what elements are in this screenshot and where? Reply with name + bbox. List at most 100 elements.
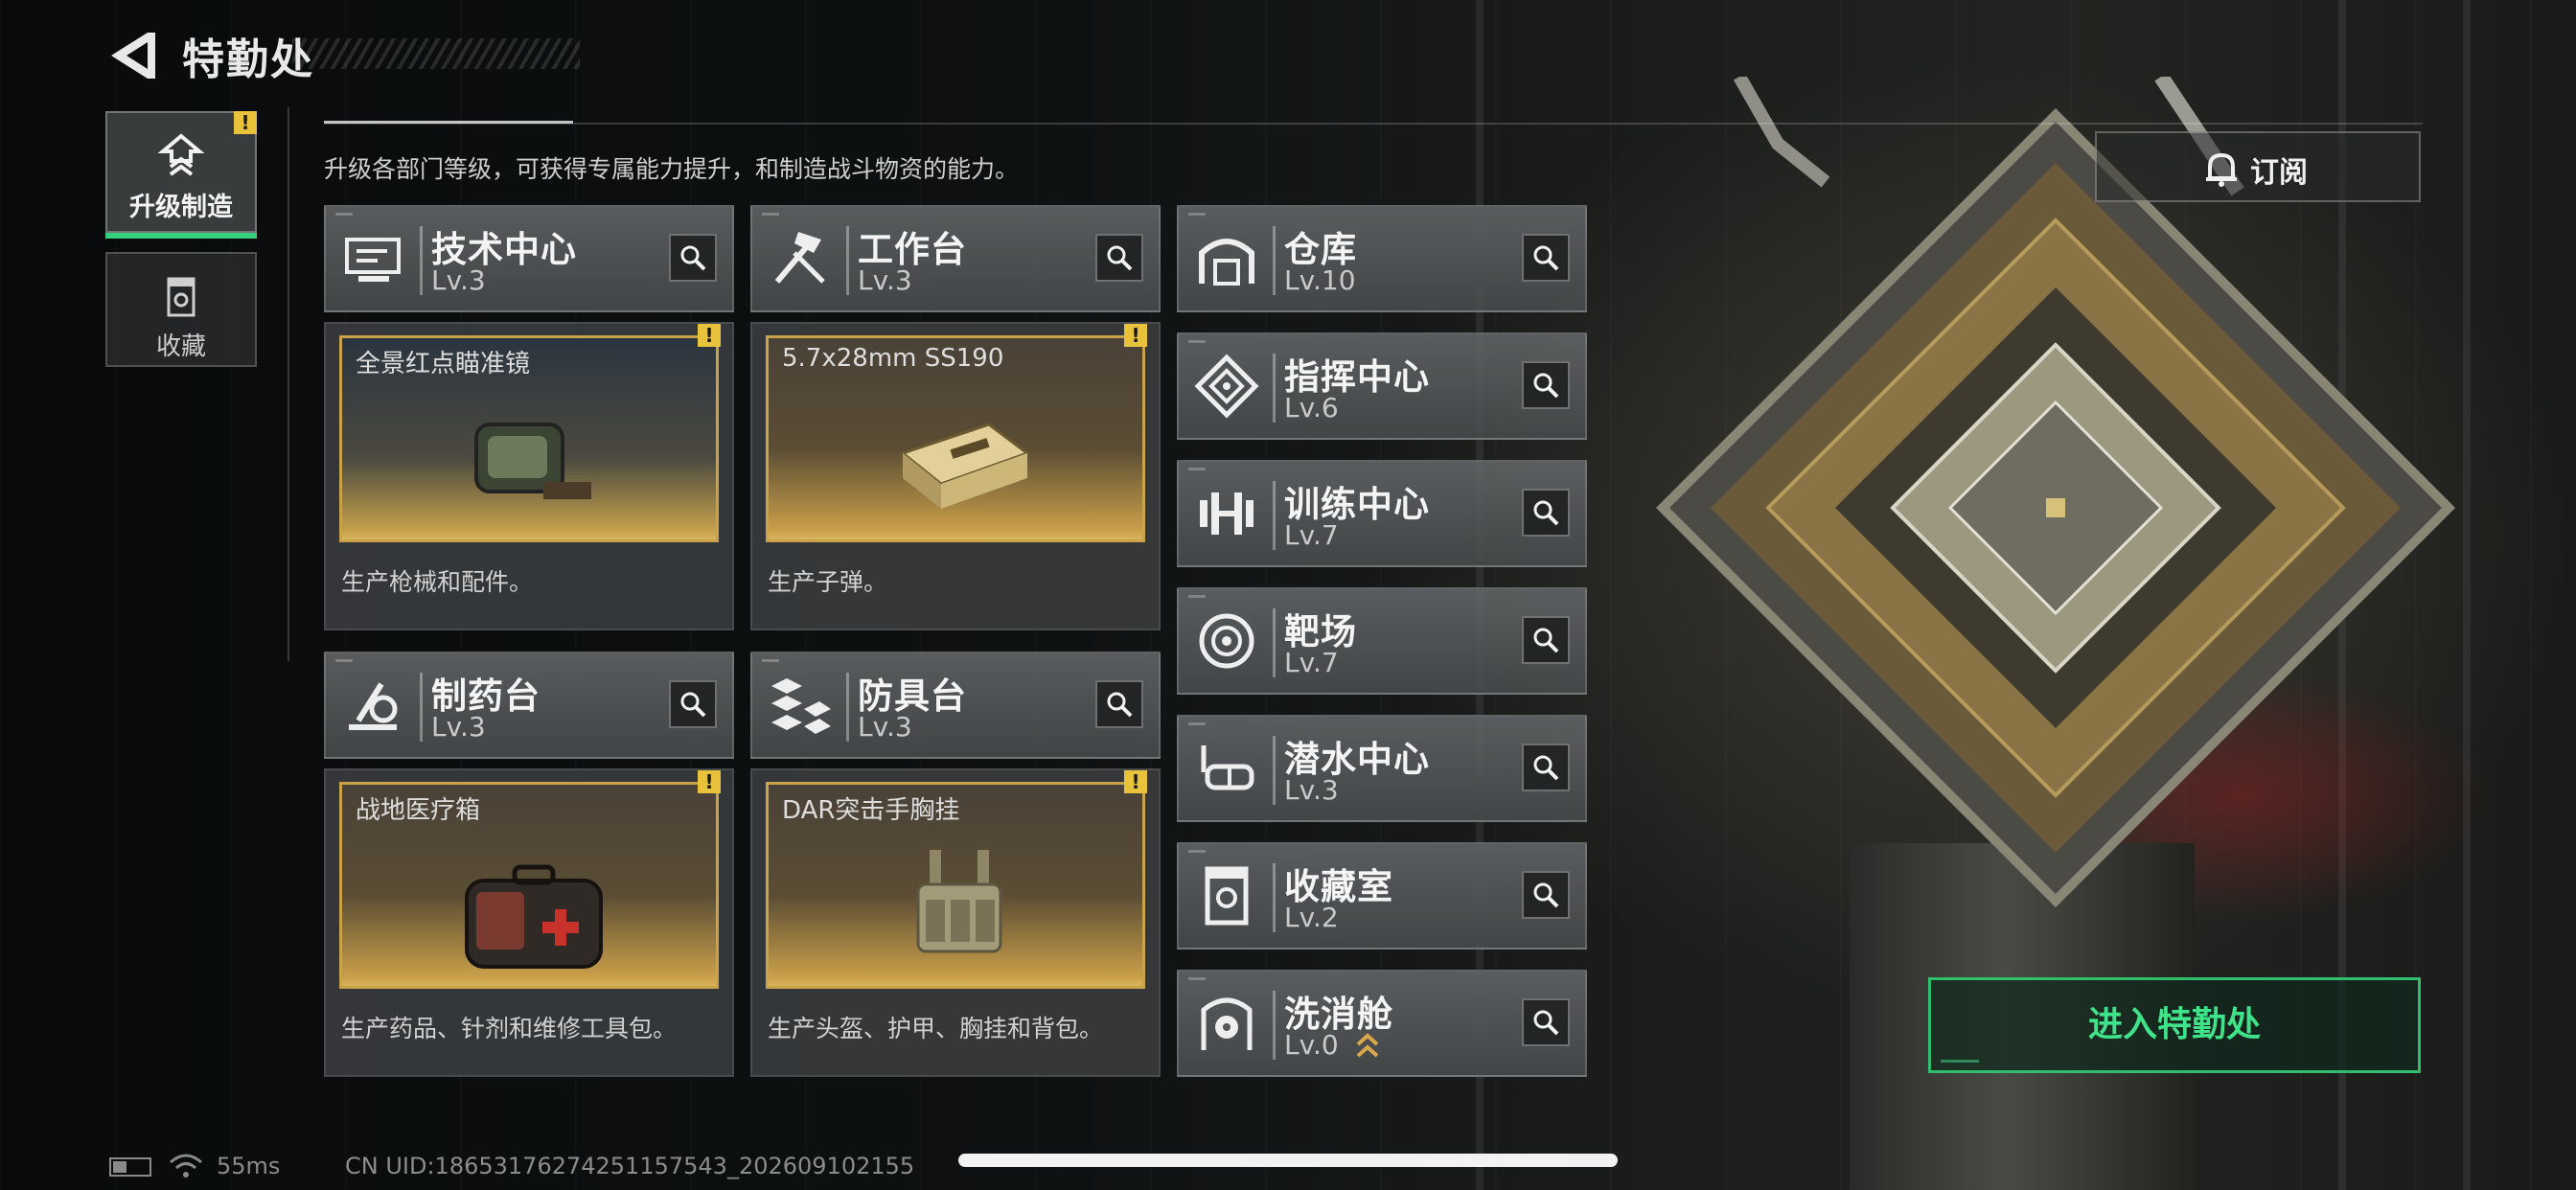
inspect-button[interactable] [1095, 680, 1143, 728]
diving-center-icon [1201, 745, 1254, 790]
facility-level: Lv.3 [431, 711, 486, 743]
facility-collection-room[interactable]: 收藏室 Lv.2 [1177, 842, 1587, 950]
red-dot-sight-art [474, 423, 591, 499]
facility-level: Lv.6 [1284, 392, 1339, 423]
card-divider [846, 226, 849, 295]
facility-shooting-range[interactable]: 靶场 Lv.7 [1177, 587, 1587, 695]
card-divider [1273, 736, 1276, 805]
back-button[interactable] [105, 29, 163, 82]
card-marker [1188, 977, 1206, 980]
collection-icon [167, 277, 196, 317]
bell-icon [2206, 152, 2237, 187]
card-marker [1188, 340, 1206, 343]
card-marker [335, 213, 353, 216]
facility-level: Lv.3 [431, 264, 486, 296]
inspect-button[interactable] [1095, 234, 1143, 282]
facility-level: Lv.3 [1284, 774, 1339, 806]
production-description: 生产子弹。 [768, 568, 888, 596]
network-latency: 55ms [217, 1153, 281, 1179]
card-divider [420, 226, 423, 295]
facility-workbench[interactable]: 工作台 Lv.3 [750, 205, 1161, 312]
page-description: 升级各部门等级，可获得专属能力提升，和制造战斗物资的能力。 [324, 155, 1020, 183]
armor-bench-icon [771, 678, 831, 734]
shooting-range-icon [1199, 613, 1254, 669]
facility-level: Lv.10 [1284, 264, 1356, 296]
search-icon [1533, 882, 1559, 908]
search-icon [1533, 628, 1559, 653]
product-name: 战地医疗箱 [356, 796, 481, 825]
card-divider [1273, 608, 1276, 677]
product-slot[interactable]: 5.7x28mm SS190 [766, 335, 1145, 542]
card-divider [1273, 863, 1276, 932]
card-marker [762, 213, 779, 216]
warning-badge: ! [1124, 770, 1147, 793]
facility-cube-artwork [1655, 77, 2456, 908]
warning-badge: ! [234, 111, 257, 134]
card-divider [1273, 991, 1276, 1060]
card-divider [420, 673, 423, 742]
facility-level: Lv.0 [1284, 1029, 1339, 1061]
card-marker [335, 659, 353, 662]
search-icon [680, 245, 706, 271]
product-name: 5.7x28mm SS190 [782, 344, 1004, 373]
sidebar-divider [288, 107, 289, 661]
card-divider [1273, 354, 1276, 423]
facility-decontamination[interactable]: 洗消舱 Lv.0 [1177, 970, 1587, 1077]
card-divider [846, 673, 849, 742]
card-marker [1188, 468, 1206, 470]
search-icon [1107, 245, 1133, 271]
facility-command-center[interactable]: 指挥中心 Lv.6 [1177, 332, 1587, 440]
inspect-button[interactable] [1522, 871, 1570, 919]
production-description: 生产头盔、护甲、胸挂和背包。 [768, 1015, 1104, 1042]
card-divider [1273, 481, 1276, 550]
search-icon [680, 692, 706, 718]
search-icon [1533, 1010, 1559, 1036]
facility-level: Lv.7 [1284, 647, 1339, 678]
inspect-button[interactable] [1522, 616, 1570, 664]
product-slot[interactable]: 战地医疗箱 [339, 782, 719, 989]
search-icon [1533, 373, 1559, 399]
tab-collection[interactable]: 收藏 [105, 252, 257, 367]
facility-tech-center[interactable]: 技术中心 Lv.3 [324, 205, 734, 312]
wifi-icon [170, 1154, 202, 1178]
upgrade-icon [157, 133, 205, 176]
production-panel-tech-center: 全景红点瞄准镜 ! 生产枪械和配件。 [324, 322, 734, 630]
inspect-button[interactable] [1522, 744, 1570, 791]
inspect-button[interactable] [1522, 998, 1570, 1046]
production-description: 生产药品、针剂和维修工具包。 [341, 1015, 678, 1042]
product-name: DAR突击手胸挂 [782, 796, 960, 825]
inspect-button[interactable] [1522, 234, 1570, 282]
product-slot[interactable]: DAR突击手胸挂 [766, 782, 1145, 989]
facility-level: Lv.2 [1284, 902, 1339, 933]
search-icon [1533, 245, 1559, 271]
back-arrow-icon [111, 33, 155, 79]
home-indicator[interactable] [958, 1154, 1618, 1167]
facility-warehouse[interactable]: 仓库 Lv.10 [1177, 205, 1587, 312]
inspect-button[interactable] [669, 680, 717, 728]
production-panel-workbench: 5.7x28mm SS190 ! 生产子弹。 [750, 322, 1161, 630]
training-center-icon [1200, 492, 1254, 535]
subscribe-button[interactable]: 订阅 [2095, 131, 2421, 202]
inspect-button[interactable] [1522, 361, 1570, 409]
inspect-button[interactable] [1522, 489, 1570, 537]
enter-special-ops-button[interactable]: 进入特勤处 [1928, 977, 2421, 1073]
facility-level: Lv.3 [858, 264, 912, 296]
battery-icon [109, 1157, 151, 1177]
product-name: 全景红点瞄准镜 [356, 350, 531, 378]
chest-rig-art [916, 850, 1002, 953]
facility-level: Lv.7 [1284, 519, 1339, 551]
tab-upgrade-craft[interactable]: ! 升级制造 [105, 111, 257, 239]
facility-diving-center[interactable]: 潜水中心 Lv.3 [1177, 715, 1587, 822]
facility-pharmacy[interactable]: 制药台 Lv.3 [324, 652, 734, 759]
search-icon [1533, 500, 1559, 526]
facility-training-center[interactable]: 训练中心 Lv.7 [1177, 460, 1587, 567]
warning-badge: ! [1124, 324, 1147, 347]
search-icon [1533, 755, 1559, 781]
facility-armor-bench[interactable]: 防具台 Lv.3 [750, 652, 1161, 759]
tech-center-icon [345, 238, 401, 282]
command-center-icon [1194, 354, 1259, 419]
page-title: 特勤处 [182, 35, 314, 84]
inspect-button[interactable] [669, 234, 717, 282]
product-slot[interactable]: 全景红点瞄准镜 [339, 335, 719, 542]
card-marker [1188, 722, 1206, 725]
